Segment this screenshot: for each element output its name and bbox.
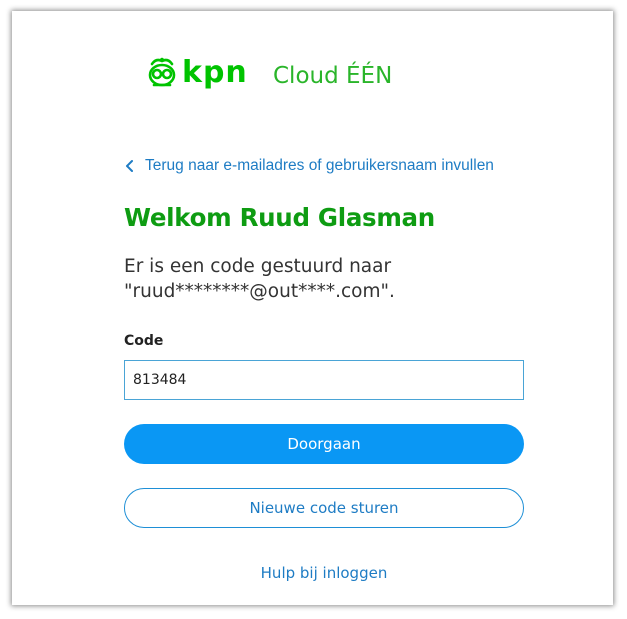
code-label: Code <box>124 333 164 349</box>
kpn-logo: kpn <box>144 55 248 91</box>
help-login-link[interactable]: Hulp bij inloggen <box>124 564 524 582</box>
code-sent-message: Er is een code gestuurd naar "ruud******… <box>124 256 395 302</box>
product-name: Cloud ÉÉN <box>273 63 393 89</box>
back-link-label: Terug naar e-mailadres of gebruikersnaam… <box>145 157 494 174</box>
login-card: kpn Cloud ÉÉN Terug naar e-mailadres of … <box>12 11 613 605</box>
page-title: Welkom Ruud Glasman <box>124 203 435 232</box>
back-link[interactable]: Terug naar e-mailadres of gebruikersnaam… <box>124 157 494 175</box>
resend-code-button[interactable]: Nieuwe code sturen <box>124 488 524 528</box>
logo-text: kpn <box>182 55 248 90</box>
code-input[interactable] <box>124 360 524 400</box>
chevron-left-icon <box>126 160 133 172</box>
continue-button[interactable]: Doorgaan <box>124 424 524 464</box>
kpn-crown-icon <box>148 57 176 87</box>
